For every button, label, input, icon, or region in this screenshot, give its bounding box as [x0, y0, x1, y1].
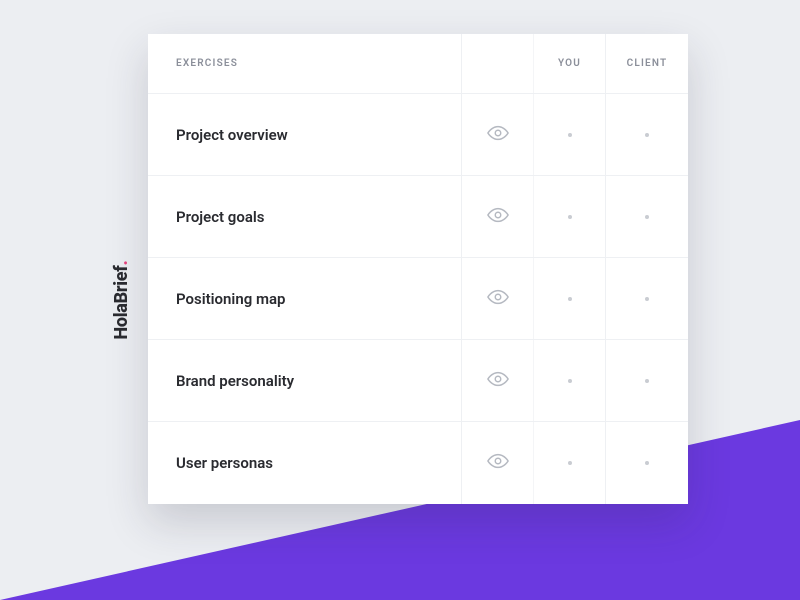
header-you: YOU [534, 34, 606, 93]
client-status[interactable] [606, 258, 688, 339]
you-status[interactable] [534, 94, 606, 175]
header-exercises: EXERCISES [148, 34, 462, 93]
exercise-name: Project overview [148, 94, 462, 175]
exercises-table: EXERCISES YOU CLIENT Project overview Pr… [148, 34, 688, 504]
visibility-toggle[interactable] [462, 340, 534, 421]
status-dot [645, 461, 649, 465]
client-status[interactable] [606, 340, 688, 421]
visibility-toggle[interactable] [462, 176, 534, 257]
status-dot [568, 379, 572, 383]
table-row[interactable]: Brand personality [148, 340, 688, 422]
you-status[interactable] [534, 422, 606, 504]
header-client: CLIENT [606, 34, 688, 93]
status-dot [568, 297, 572, 301]
status-dot [645, 133, 649, 137]
visibility-toggle[interactable] [462, 94, 534, 175]
status-dot [568, 215, 572, 219]
table-row[interactable]: Project overview [148, 94, 688, 176]
eye-icon [487, 204, 509, 230]
logo: HolaBrief. [111, 260, 132, 339]
visibility-toggle[interactable] [462, 258, 534, 339]
header-visibility [462, 34, 534, 93]
eye-icon [487, 286, 509, 312]
exercise-name: Positioning map [148, 258, 462, 339]
table-header-row: EXERCISES YOU CLIENT [148, 34, 688, 94]
logo-text: HolaBrief [111, 266, 132, 340]
table-row[interactable]: Project goals [148, 176, 688, 258]
status-dot [645, 297, 649, 301]
exercise-name: Brand personality [148, 340, 462, 421]
you-status[interactable] [534, 176, 606, 257]
table-row[interactable]: Positioning map [148, 258, 688, 340]
eye-icon [487, 122, 509, 148]
logo-dot: . [111, 260, 132, 265]
exercise-name: Project goals [148, 176, 462, 257]
table-row[interactable]: User personas [148, 422, 688, 504]
you-status[interactable] [534, 258, 606, 339]
eye-icon [487, 368, 509, 394]
status-dot [568, 461, 572, 465]
eye-icon [487, 450, 509, 476]
visibility-toggle[interactable] [462, 422, 534, 504]
status-dot [568, 133, 572, 137]
status-dot [645, 379, 649, 383]
you-status[interactable] [534, 340, 606, 421]
client-status[interactable] [606, 422, 688, 504]
status-dot [645, 215, 649, 219]
exercise-name: User personas [148, 422, 462, 504]
client-status[interactable] [606, 176, 688, 257]
client-status[interactable] [606, 94, 688, 175]
